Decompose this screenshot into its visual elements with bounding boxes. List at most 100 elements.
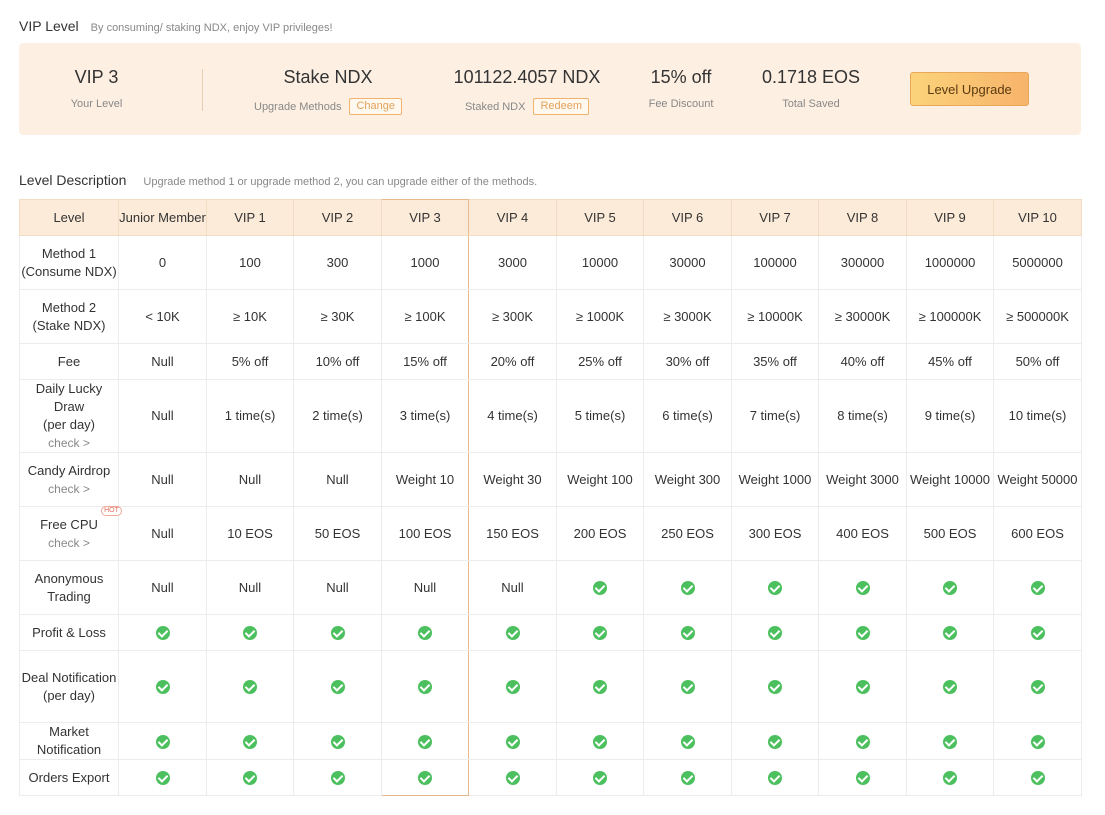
check-circle-icon (855, 626, 870, 641)
row-label: Method 1 (Consume NDX) (19, 235, 119, 290)
check-circle-icon (943, 734, 957, 749)
redeem-button[interactable]: Redeem (533, 98, 590, 115)
check-circle-icon (855, 680, 870, 695)
table-cell (731, 722, 819, 760)
table-row: Profit & Loss (19, 614, 1082, 651)
table-cell (731, 614, 819, 651)
check-circle-icon (593, 680, 607, 695)
table-cell: Weight 10000 (906, 452, 994, 507)
table-cell (643, 560, 732, 615)
table-cell: 7 time(s) (731, 379, 819, 453)
check-link[interactable]: check > (20, 534, 118, 552)
check-circle-icon (943, 680, 957, 695)
column-header: Junior Member (118, 199, 207, 236)
check-link[interactable]: check > (20, 480, 118, 498)
table-cell: Null (118, 452, 207, 507)
level-description-subtitle: Upgrade method 1 or upgrade method 2, yo… (143, 176, 538, 188)
table-cell (556, 722, 644, 760)
row-label-line: Notification (36, 742, 102, 757)
staked-ndx-value: 101122.4057 NDX (453, 67, 601, 87)
column-header: VIP 8 (818, 199, 907, 236)
table-cell (293, 614, 382, 651)
check-circle-icon (943, 626, 957, 641)
summary-divider (202, 69, 203, 111)
table-cell: 25% off (556, 343, 644, 380)
table-cell: 5 time(s) (556, 379, 644, 453)
table-cell: Null (206, 560, 294, 615)
check-circle-icon (768, 734, 782, 749)
row-label: Orders Export (19, 759, 119, 796)
row-label-line: Anonymous (34, 570, 104, 586)
table-row: Free CPU HOT check > Null 10 EOS 50 EOS 100 EO… (19, 505, 1082, 561)
check-link[interactable]: check > (20, 434, 118, 452)
table-cell: Null (118, 343, 207, 380)
table-cell (731, 650, 819, 723)
table-cell: Weight 1000 (731, 452, 819, 507)
column-header: VIP 10 (993, 199, 1082, 236)
table-cell (118, 650, 207, 723)
table-cell: 50% off (993, 343, 1082, 380)
table-cell (468, 722, 557, 760)
row-label-line: Trading (47, 588, 91, 604)
table-cell: 2 time(s) (293, 379, 382, 453)
staked-ndx-block: 101122.4057 NDX Staked NDX Redeem (434, 43, 620, 135)
table-cell: 3 time(s) (381, 379, 469, 453)
row-label: Daily Lucky Draw (per day) check > (19, 379, 119, 453)
table-cell (556, 759, 644, 796)
table-cell: ≥ 30K (293, 289, 382, 344)
row-label-line: Profit & Loss (32, 624, 106, 640)
check-circle-icon (505, 771, 520, 786)
your-level-block: VIP 3 Your Level (19, 43, 174, 135)
table-row: Deal Notification (per day) (19, 650, 1082, 723)
column-header: VIP 4 (468, 199, 557, 236)
check-circle-icon (855, 771, 870, 786)
table-row: Method 1 (Consume NDX) 0 100 300 1000 3000 1000… (19, 235, 1082, 290)
table-cell (818, 722, 907, 760)
row-label-line: (Stake NDX) (32, 317, 106, 333)
table-cell: 1000000 (906, 235, 994, 290)
row-label-line: Market (49, 724, 89, 739)
check-circle-icon (680, 771, 695, 786)
table-cell: 35% off (731, 343, 819, 380)
table-cell: ≥ 500000K (993, 289, 1082, 344)
table-cell: 40% off (818, 343, 907, 380)
check-circle-icon (593, 771, 607, 786)
table-cell (293, 650, 382, 723)
table-cell (993, 722, 1082, 760)
level-description-title: Level Description (19, 172, 127, 188)
row-label-line: (Consume NDX) (21, 263, 117, 279)
table-cell: Null (293, 452, 382, 507)
table-cell (906, 614, 994, 651)
table-cell: 100 (206, 235, 294, 290)
table-cell (643, 759, 732, 796)
your-level-value: VIP 3 (74, 67, 119, 87)
check-circle-icon (680, 680, 695, 695)
check-circle-icon (418, 771, 432, 786)
level-upgrade-button[interactable]: Level Upgrade (910, 72, 1029, 106)
check-circle-icon (768, 626, 782, 641)
check-circle-icon (155, 771, 170, 786)
table-cell (993, 560, 1082, 615)
table-cell (906, 759, 994, 796)
table-cell: 400 EOS (818, 506, 907, 561)
table-cell (993, 759, 1082, 796)
table-cell (556, 650, 644, 723)
check-circle-icon (243, 680, 257, 695)
level-header-cell: Level (19, 199, 119, 236)
table-cell: 300000 (818, 235, 907, 290)
table-cell (118, 722, 207, 760)
vip-level-title: VIP Level (19, 18, 79, 34)
fee-discount-label: Fee Discount (648, 98, 714, 110)
change-method-button[interactable]: Change (349, 98, 402, 115)
table-cell: 15% off (381, 343, 469, 380)
row-label: Candy Airdrop check > (19, 452, 119, 507)
table-cell (556, 614, 644, 651)
check-circle-icon (943, 581, 957, 596)
row-label-line: (per day) (42, 417, 96, 432)
level-table: Level Junior Member VIP 1 VIP 2 VIP 3 VIP 4 VI… (19, 199, 1082, 796)
table-cell: ≥ 300K (468, 289, 557, 344)
check-circle-icon (680, 581, 695, 596)
table-cell: 5% off (206, 343, 294, 380)
table-cell: ≥ 10K (206, 289, 294, 344)
table-cell (643, 614, 732, 651)
